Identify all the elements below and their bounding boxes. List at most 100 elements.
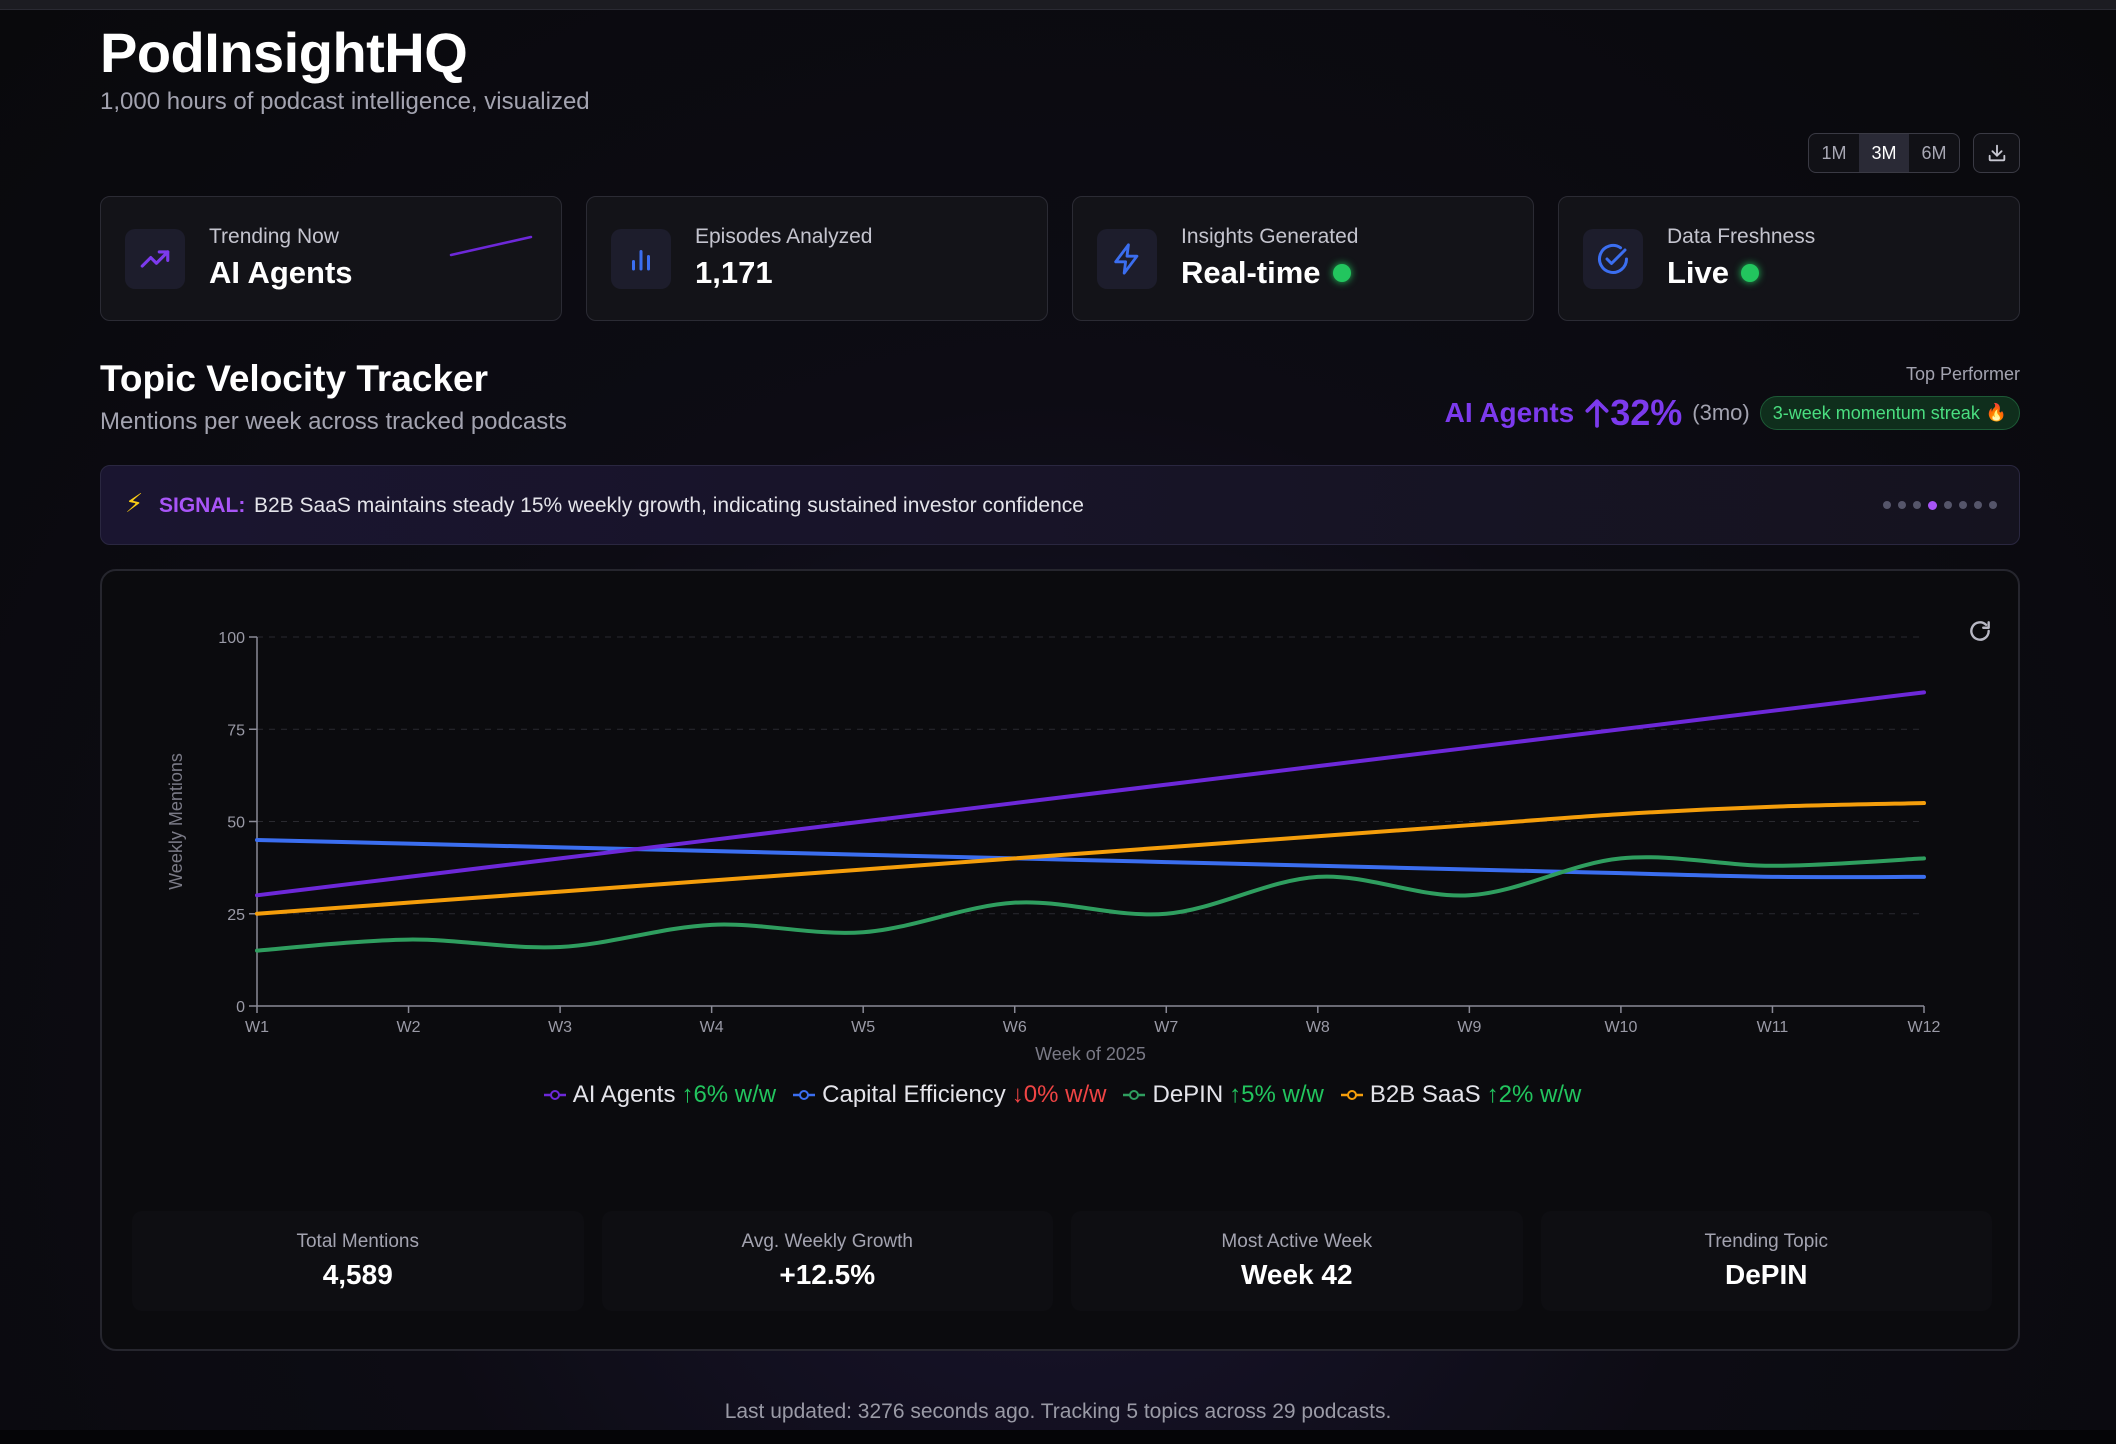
x-tick-label: W5 (851, 1019, 875, 1036)
legend-change: ↑6% w/w (681, 1081, 777, 1108)
x-tick-label: W7 (1154, 1019, 1178, 1036)
signal-banner: ⚡ SIGNAL: B2B SaaS maintains steady 15% … (100, 465, 2020, 545)
download-icon (1988, 144, 2005, 162)
legend-item[interactable]: B2B SaaS ↑2% w/w (1340, 1081, 1581, 1109)
stat-label: Trending Now (209, 225, 339, 248)
stat-card-freshness: Data Freshness Live (1558, 196, 2020, 321)
x-tick-label: W2 (397, 1019, 421, 1036)
y-tick-label: 25 (227, 907, 245, 924)
legend-swatch-icon (793, 1090, 816, 1100)
live-indicator-dot (1332, 264, 1351, 282)
x-tick-label: W1 (245, 1019, 269, 1036)
stat-card-episodes: Episodes Analyzed 1,171 (586, 196, 1048, 321)
signal-dot[interactable] (1913, 501, 1921, 509)
fire-icon: 🔥 (1985, 403, 2007, 422)
bar-chart-icon (611, 229, 671, 289)
series-line-depin (255, 855, 1926, 953)
legend-swatch-icon (543, 1090, 566, 1100)
lightning-icon (1097, 229, 1157, 289)
summary-avg-growth: Avg. Weekly Growth +12.5% (601, 1211, 1053, 1311)
stat-label: Episodes Analyzed (695, 225, 873, 248)
top-performer-period: (3mo) (1692, 400, 1750, 425)
section-subtitle: Mentions per week across tracked podcast… (100, 408, 567, 435)
window-bottom-bar (0, 1430, 2116, 1444)
trending-up-icon (125, 229, 185, 289)
window-top-bar (0, 0, 2116, 10)
legend-name: DePIN (1152, 1081, 1224, 1108)
refresh-button[interactable] (1962, 613, 1998, 649)
stat-value: AI Agents (209, 255, 353, 290)
x-tick-label: W8 (1306, 1019, 1330, 1036)
legend-swatch-icon (1123, 1090, 1146, 1100)
stat-card-insights: Insights Generated Real-time (1072, 196, 1534, 321)
app-subtitle: 1,000 hours of podcast intelligence, vis… (100, 88, 590, 115)
legend-change: ↓0% w/w (1011, 1081, 1107, 1108)
signal-label: SIGNAL: (159, 494, 246, 517)
stat-label: Insights Generated (1181, 225, 1359, 248)
stat-card-trending: Trending Now AI Agents (100, 196, 562, 321)
summary-most-active-week: Most Active Week Week 42 (1071, 1211, 1523, 1311)
check-circle-icon (1583, 229, 1643, 289)
velocity-line-chart: 0 25 50 75 100 W1 W2 W3 W4 W5 W6 W7 W8 W9 W10 W11 W12 Wee… (166, 630, 1941, 1064)
signal-dot[interactable] (1959, 501, 1967, 509)
x-tick-label: W4 (700, 1019, 724, 1036)
signal-dot[interactable] (1974, 501, 1982, 509)
legend-change: ↑2% w/w (1486, 1081, 1582, 1108)
signal-dot[interactable] (1898, 501, 1906, 509)
stat-value: 1,171 (695, 255, 773, 290)
stat-label: Data Freshness (1667, 225, 1816, 248)
stat-value: Live (1667, 255, 1760, 291)
signal-dot[interactable] (1989, 501, 1997, 509)
x-tick-label: W9 (1457, 1019, 1481, 1036)
signal-dot[interactable] (1928, 501, 1937, 510)
signal-dot[interactable] (1883, 501, 1891, 509)
lightning-icon: ⚡ (125, 488, 144, 518)
top-performer-label: Top Performer (1905, 364, 2020, 384)
legend-swatch-icon (1340, 1090, 1363, 1100)
footer-status: Last updated: 3276 seconds ago. Tracking… (724, 1400, 1392, 1423)
y-axis-label: Weekly Mentions (166, 753, 186, 890)
arrow-up-icon (1585, 399, 1609, 428)
y-tick-label: 50 (227, 815, 245, 832)
top-performer: AI Agents 32% (3mo) 3-week momentum stre… (1445, 392, 2020, 434)
x-tick-label: W3 (548, 1019, 572, 1036)
range-button-1m[interactable]: 1M (1809, 134, 1859, 172)
legend-name: B2B SaaS (1369, 1081, 1481, 1108)
range-button-6m[interactable]: 6M (1909, 134, 1959, 172)
x-tick-label: W12 (1908, 1019, 1941, 1036)
signal-pagination (1883, 501, 1997, 510)
chart-panel: 0 25 50 75 100 W1 W2 W3 W4 W5 W6 W7 W8 W9 W10 W11 W12 Wee… (100, 569, 2020, 1351)
summary-total-mentions: Total Mentions 4,589 (132, 1211, 584, 1311)
legend-item[interactable]: AI Agents ↑6% w/w (543, 1081, 776, 1109)
y-tick-label: 100 (218, 630, 245, 647)
top-performer-topic: AI Agents (1444, 397, 1575, 428)
range-button-3m[interactable]: 3M (1859, 134, 1909, 172)
series-line-ai-agents (255, 690, 1926, 898)
x-axis-label: Week of 2025 (1035, 1044, 1146, 1064)
time-range-selector: 1M 3M 6M (1808, 133, 1960, 173)
chart-legend: AI Agents ↑6% w/w Capital Efficiency ↓0% w/… (102, 1081, 2022, 1109)
y-tick-label: 75 (227, 722, 245, 739)
y-tick-label: 0 (236, 999, 245, 1016)
x-tick-label: W6 (1003, 1019, 1027, 1036)
signal-text: B2B SaaS maintains steady 15% weekly gro… (254, 494, 1084, 517)
section-title: Topic Velocity Tracker (100, 358, 488, 399)
summary-trending-topic: Trending Topic DePIN (1540, 1211, 1992, 1311)
app-title: PodInsightHQ (100, 21, 468, 84)
summary-row: Total Mentions 4,589 Avg. Weekly Growth … (132, 1211, 1992, 1311)
trend-sparkline (449, 235, 533, 257)
legend-name: Capital Efficiency (822, 1081, 1006, 1108)
download-button[interactable] (1973, 133, 2020, 173)
legend-change: ↑5% w/w (1229, 1081, 1324, 1108)
top-performer-change: 32% (1584, 392, 1682, 434)
x-tick-label: W11 (1757, 1019, 1789, 1036)
x-tick-label: W10 (1604, 1019, 1637, 1036)
stat-value: Real-time (1181, 255, 1351, 291)
streak-badge: 3-week momentum streak 🔥 (1759, 396, 2020, 430)
live-indicator-dot (1741, 264, 1760, 282)
legend-item[interactable]: DePIN ↑5% w/w (1122, 1081, 1324, 1109)
legend-item[interactable]: Capital Efficiency ↓0% w/w (792, 1081, 1106, 1109)
legend-name: AI Agents (572, 1081, 676, 1108)
signal-dot[interactable] (1944, 501, 1952, 509)
refresh-icon (1970, 621, 1990, 641)
